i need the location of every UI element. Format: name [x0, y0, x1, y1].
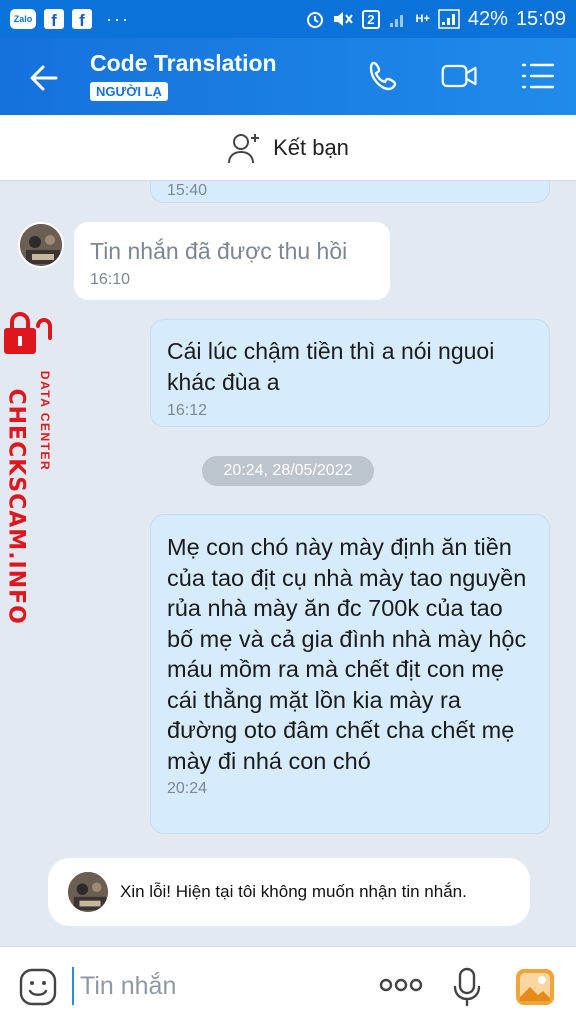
message-input-bar	[0, 946, 576, 1024]
message-text: Cái lúc chậm tiền thì a nói nguoi khác đ…	[167, 338, 495, 395]
message-time: 15:40	[167, 182, 208, 199]
message-time: 16:10	[90, 271, 131, 288]
alarm-icon	[307, 12, 324, 28]
contact-name[interactable]: Code Translation	[90, 50, 277, 77]
clock: 15:09	[515, 7, 566, 30]
chat-header: Code Translation NGƯỜI LẠ	[0, 38, 576, 115]
mic-icon[interactable]	[452, 967, 482, 1007]
back-icon[interactable]	[24, 58, 64, 98]
chat-area[interactable]: 15:40 Tin nhắn đã được thu hồi 16:10 Cái…	[0, 181, 576, 946]
menu-icon[interactable]	[518, 56, 558, 96]
stranger-badge: NGƯỜI LẠ	[90, 82, 168, 101]
image-icon[interactable]	[514, 967, 556, 1007]
message-bubble-outgoing[interactable]: 15:40	[150, 181, 550, 203]
signal-icon	[389, 15, 403, 27]
facebook-notification-icon: f	[44, 9, 64, 29]
checkscam-watermark: CHECKSCAM.INFO DATA CENTER	[2, 312, 64, 625]
sim-indicator: 2	[362, 9, 380, 29]
lock-icon	[4, 312, 52, 354]
watermark-brand: CHECKSCAM.INFO	[3, 388, 29, 625]
contact-avatar[interactable]	[66, 870, 110, 914]
message-time: 16:12	[167, 402, 208, 419]
message-time: 20:24	[167, 780, 208, 797]
network-type: H+	[415, 13, 430, 25]
zalo-notification-icon: Zalo	[10, 9, 36, 29]
battery-level: 42%	[467, 7, 508, 30]
add-user-icon	[228, 133, 260, 163]
avatar-photo	[20, 224, 62, 266]
add-friend-button[interactable]: Kết bạn	[0, 115, 576, 181]
avatar-photo	[68, 872, 108, 912]
block-notice: Xin lỗi! Hiện tại tôi không muốn nhận ti…	[48, 858, 530, 926]
mute-icon	[334, 12, 354, 26]
more-notifications: ···	[106, 8, 130, 29]
message-bubble-outgoing[interactable]: Cái lúc chậm tiền thì a nói nguoi khác đ…	[150, 319, 550, 427]
watermark-sub: DATA CENTER	[38, 370, 52, 472]
status-bar: Zalo f f ··· 2 H+ 42% 15:09	[0, 0, 576, 38]
message-input[interactable]	[72, 967, 352, 1005]
phone-icon[interactable]	[364, 56, 404, 96]
more-icon[interactable]	[378, 975, 424, 995]
emoji-icon[interactable]	[18, 967, 58, 1007]
signal-icon-2	[438, 9, 460, 29]
message-text: Mẹ con chó này mày định ăn tiền của tao …	[167, 534, 527, 774]
facebook-notification-icon-2: f	[72, 9, 92, 29]
date-separator: 20:24, 28/05/2022	[202, 456, 374, 486]
message-text: Tin nhắn đã được thu hồi	[90, 238, 348, 264]
notice-text: Xin lỗi! Hiện tại tôi không muốn nhận ti…	[120, 882, 467, 901]
add-friend-label: Kết bạn	[273, 134, 349, 160]
contact-avatar[interactable]	[18, 222, 64, 268]
video-icon[interactable]	[440, 56, 480, 96]
message-bubble-outgoing[interactable]: Mẹ con chó này mày định ăn tiền của tao …	[150, 514, 550, 834]
message-bubble-incoming[interactable]: Tin nhắn đã được thu hồi 16:10	[74, 222, 390, 300]
